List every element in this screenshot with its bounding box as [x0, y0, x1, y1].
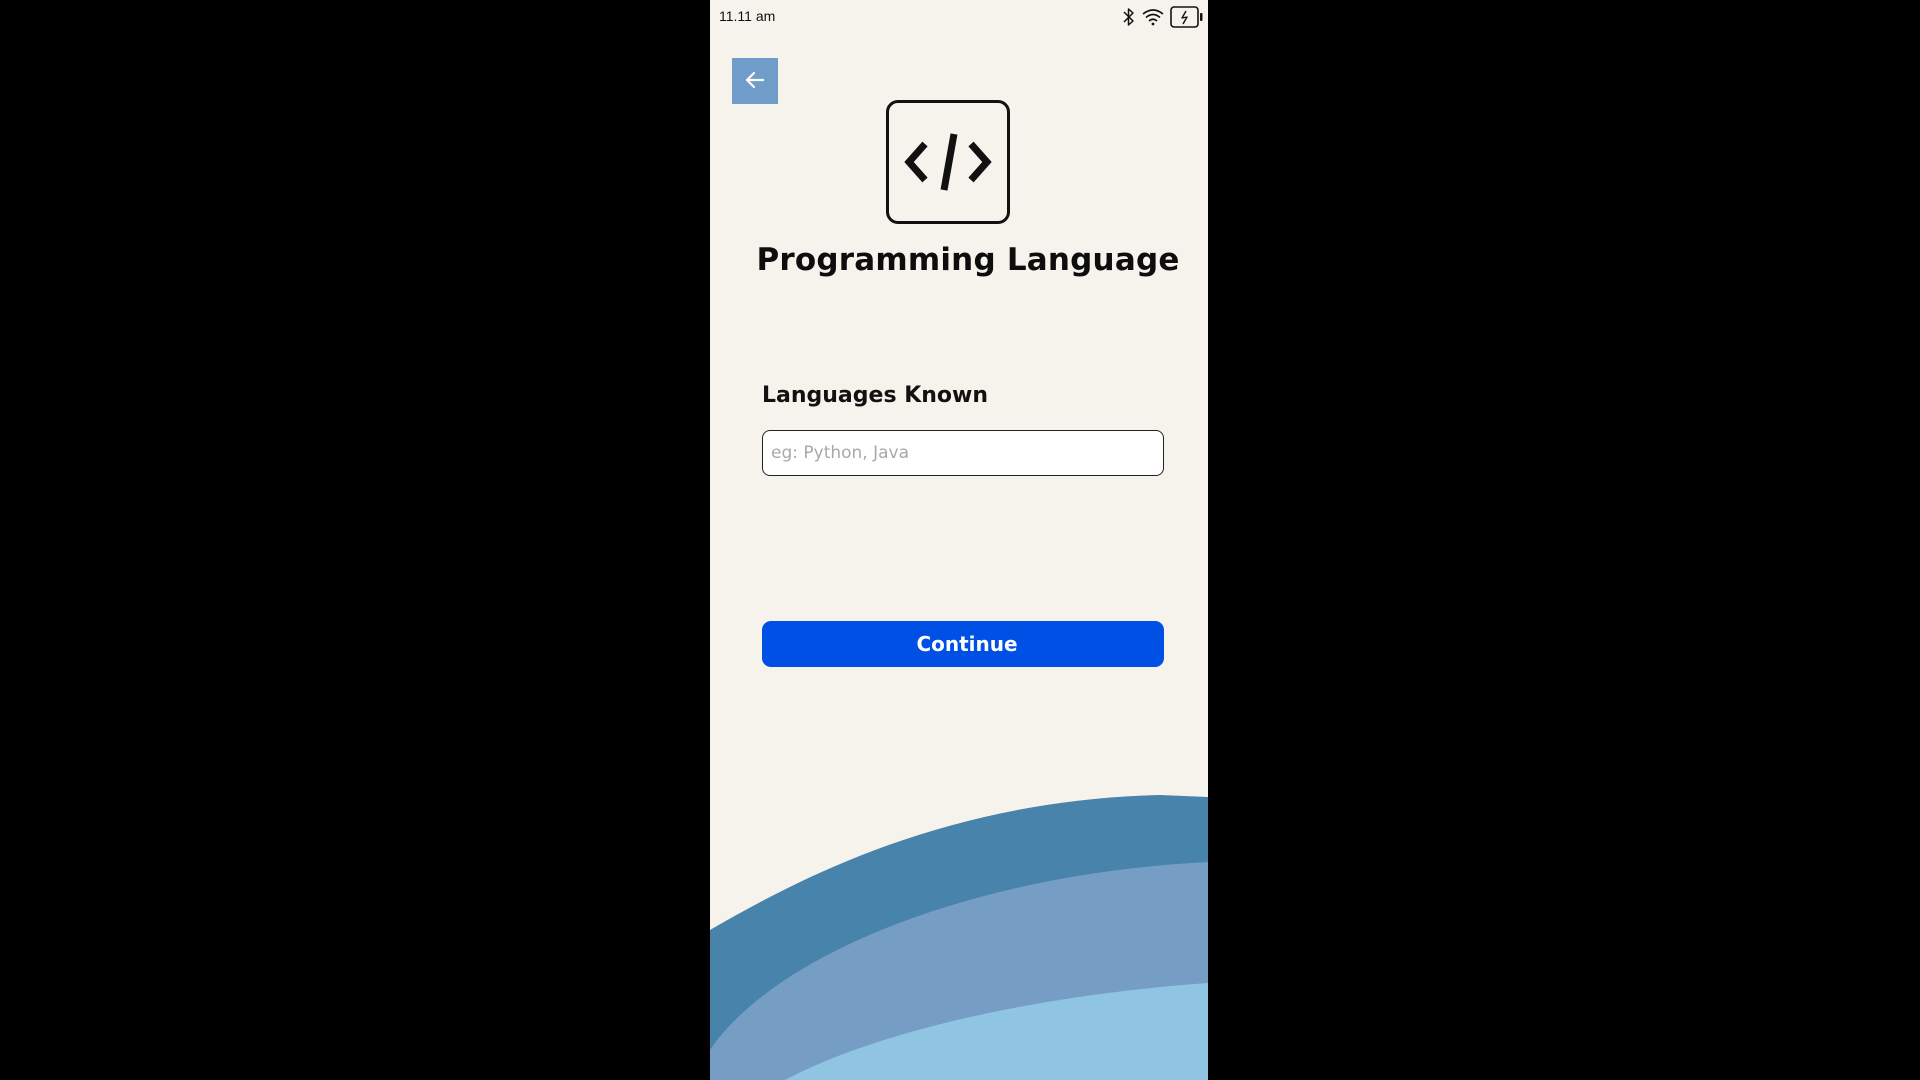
bluetooth-icon — [1122, 7, 1136, 27]
status-bar: 11.11 am — [710, 0, 1208, 34]
arrow-left-icon — [744, 69, 766, 94]
languages-label: Languages Known — [762, 383, 989, 408]
status-time: 11.11 am — [719, 8, 776, 24]
page-title: Programming Language — [756, 242, 1180, 278]
decorative-waves — [710, 795, 1208, 1080]
languages-input[interactable] — [762, 430, 1164, 476]
continue-button[interactable]: Continue — [762, 621, 1164, 667]
status-icons — [1122, 4, 1204, 30]
code-icon — [886, 100, 1010, 224]
wifi-icon — [1142, 8, 1164, 26]
screen: 11.11 am Programming Language Languages … — [0, 0, 1920, 1080]
back-button[interactable] — [732, 58, 778, 104]
battery-charging-icon — [1170, 6, 1204, 28]
phone-screen: 11.11 am Programming Language Languages … — [710, 0, 1208, 1080]
